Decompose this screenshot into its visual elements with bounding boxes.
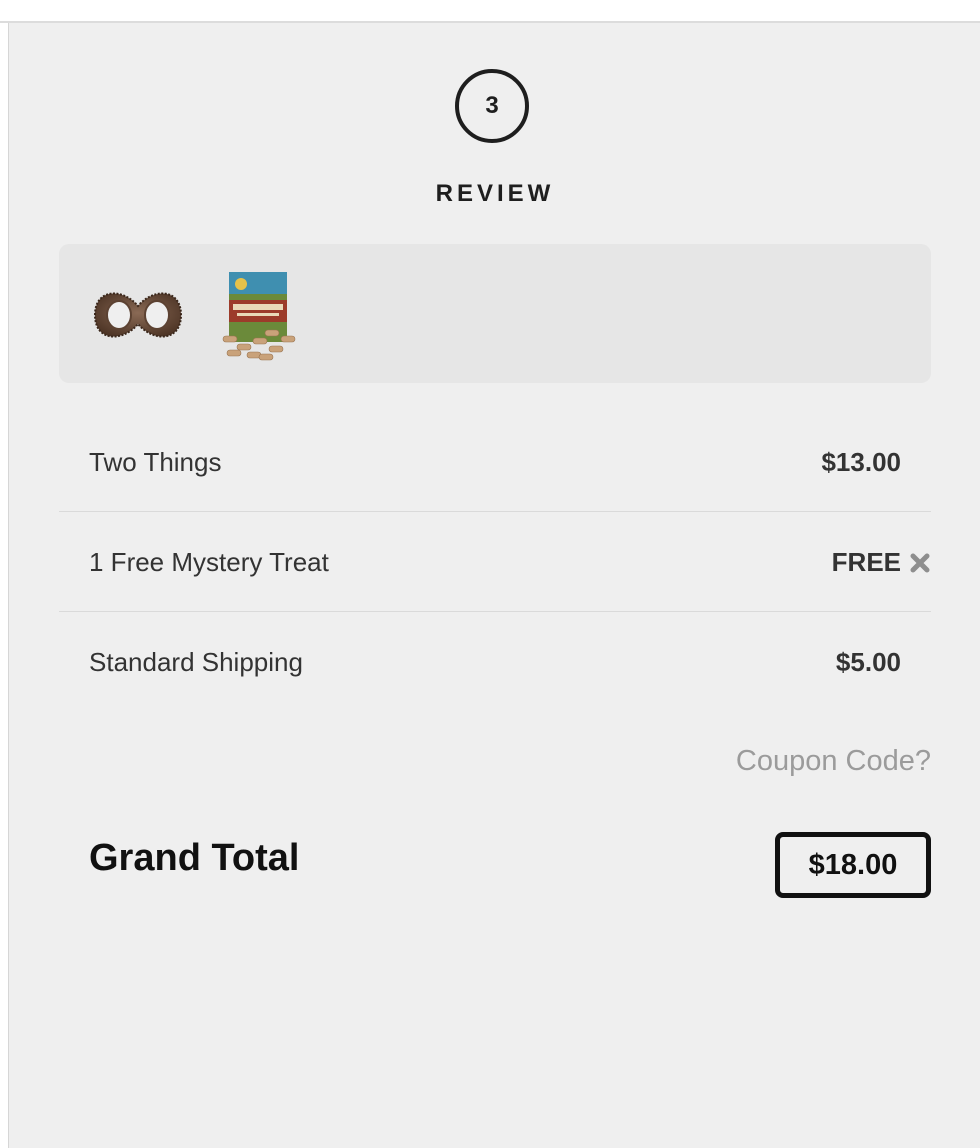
remove-treat-button[interactable] [909,552,931,574]
line-item-label: Standard Shipping [89,647,303,677]
line-item-amount: $13.00 [821,447,901,477]
line-item-label: 1 Free Mystery Treat [89,547,329,577]
grand-total-value: $18.00 [808,848,898,881]
step-number-badge: 3 [455,69,529,143]
line-item-amount: $5.00 [835,647,901,677]
top-bar [0,0,980,23]
coupon-code-link[interactable]: Coupon Code? [736,745,931,778]
grand-total-label: Grand Total [89,837,300,879]
treat-box-image [222,272,296,361]
line-item-amount: FREE [831,547,901,577]
line-item-shipping: Standard Shipping $5.00 [59,613,931,712]
grand-total-amount: $18.00 [775,832,931,898]
step-number: 3 [485,92,499,119]
line-item-label: Two Things [89,447,222,477]
step-title: REVIEW [435,180,555,207]
product-thumbnails [59,244,931,383]
line-item-free-treat: 1 Free Mystery Treat FREE [59,513,931,612]
chew-toy-image [93,292,183,338]
close-icon [910,553,930,572]
review-panel: 3 REVIEW Two Things $13.00 1 Free Myster… [8,23,980,1148]
line-item-products: Two Things $13.00 [59,413,931,512]
free-amount-group: FREE [832,547,931,578]
